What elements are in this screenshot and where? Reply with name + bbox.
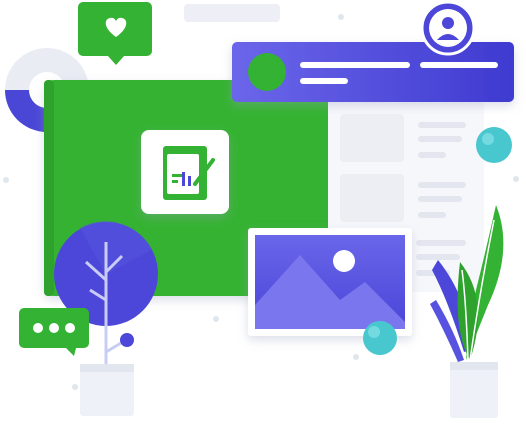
green-board-left-edge [44,80,54,296]
teal-sphere-top [476,127,512,163]
document-edit-icon [163,146,215,200]
illustration-scene [0,0,526,421]
header-avatar-green [248,53,286,91]
header-line-1 [300,62,410,68]
panel-card-2 [340,174,404,222]
header-line-3 [300,78,348,84]
user-avatar-icon [420,0,476,56]
teal-sphere-bottom [363,321,397,355]
panel-card-1 [340,114,404,162]
chat-bubble-icon [19,308,89,356]
landscape-image-icon [255,235,405,329]
header-line-2 [420,62,498,68]
top-placeholder-bar [184,4,280,22]
scene-svg [3,0,519,418]
heart-bubble [78,2,152,65]
